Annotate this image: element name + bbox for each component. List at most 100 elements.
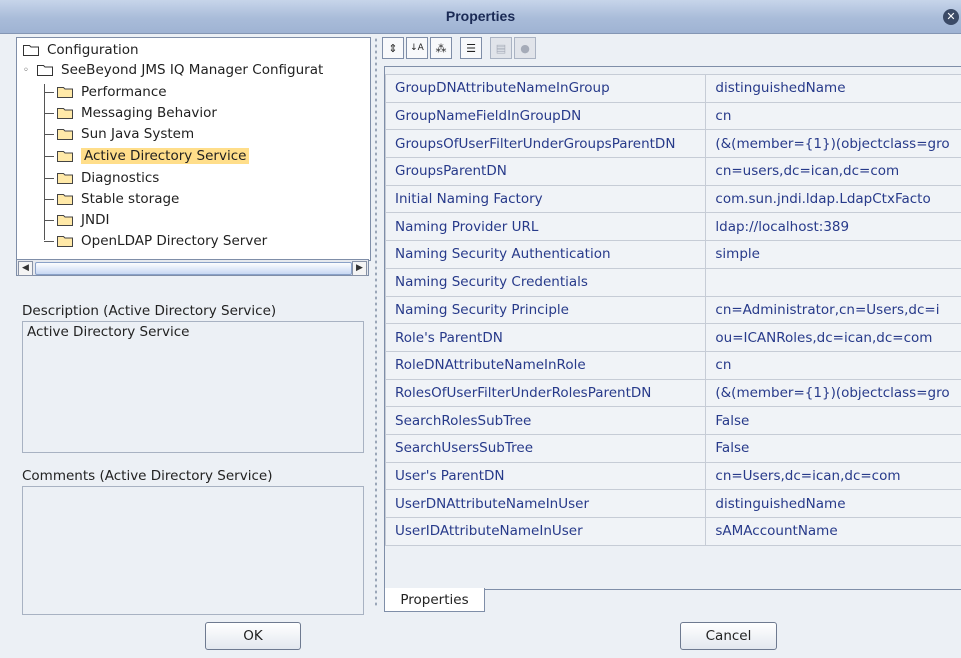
property-name: GroupNameFieldInGroupDN <box>385 101 707 131</box>
property-row[interactable]: GroupsOfUserFilterUnderGroupsParentDN (&(… <box>385 129 961 159</box>
property-row[interactable]: GroupNameFieldInGroupDN cn <box>385 101 961 131</box>
property-row[interactable]: GroupDNAttributeNameInGroup distinguished… <box>385 74 961 103</box>
tree-item-label: Sun Java System <box>81 126 195 142</box>
description-text-area: Active Directory Service <box>22 321 364 453</box>
property-name: GroupsOfUserFilterUnderGroupsParentDN <box>385 129 707 159</box>
property-value[interactable]: cn <box>705 350 961 380</box>
tree-child-label: SeeBeyond JMS IQ Manager Configurat <box>61 62 324 78</box>
property-value[interactable]: False <box>705 406 961 435</box>
folder-icon <box>57 107 73 119</box>
description-label: Description (Active Directory Service) <box>22 303 277 319</box>
pane-splitter[interactable] <box>373 37 379 607</box>
checklist-icon[interactable]: ☰ <box>460 37 482 59</box>
tree-item-label: Performance <box>81 84 167 100</box>
property-value[interactable]: distinguishedName <box>705 74 961 103</box>
property-row[interactable]: UserDNAttributeNameInUser distinguishedNa… <box>385 489 961 518</box>
tree-item-label: Messaging Behavior <box>81 105 217 121</box>
comments-text-area[interactable] <box>22 486 364 615</box>
panel-icon[interactable]: ▤ <box>490 37 512 59</box>
property-row[interactable]: Naming Security Authentication simple <box>385 240 961 269</box>
scroll-left-icon[interactable]: ◀ <box>18 261 33 276</box>
property-row[interactable]: User's ParentDN cn=Users,dc=ican,dc=com <box>385 461 961 491</box>
property-name: Naming Security Principle <box>385 295 707 325</box>
property-value[interactable]: cn=Users,dc=ican,dc=com <box>705 461 961 491</box>
tree-root-label: Configuration <box>47 42 139 58</box>
property-row[interactable]: SearchUsersSubTree False <box>385 433 961 463</box>
ok-button[interactable]: OK <box>205 622 301 650</box>
property-value[interactable]: cn=users,dc=ican,dc=com <box>705 157 961 186</box>
expand-handle-icon[interactable]: ◦ <box>23 65 37 76</box>
property-name: GroupDNAttributeNameInGroup <box>385 74 707 103</box>
property-name: UserIDAttributeNameInUser <box>385 517 707 546</box>
folder-icon <box>57 193 73 205</box>
properties-table: GroupDNAttributeNameInGroup distinguished… <box>385 74 961 546</box>
property-value[interactable]: cn <box>705 101 961 131</box>
property-value[interactable]: simple <box>705 240 961 269</box>
tree-item-label: JNDI <box>81 212 110 228</box>
tab-properties[interactable]: Properties <box>384 588 485 612</box>
tree-root-item[interactable]: Configuration <box>23 40 139 60</box>
tree-item-diagnostics[interactable]: Diagnostics <box>44 168 159 188</box>
close-icon[interactable]: ✕ <box>943 9 959 25</box>
property-name: SearchUsersSubTree <box>385 433 707 463</box>
properties-grid: GroupDNAttributeNameInGroup distinguished… <box>384 66 961 590</box>
description-text: Active Directory Service <box>27 324 190 340</box>
property-row[interactable]: Naming Provider URL ldap://localhost:389 <box>385 212 961 242</box>
property-value[interactable] <box>705 267 961 297</box>
folder-icon <box>57 235 73 247</box>
tree-child-item[interactable]: ◦ SeeBeyond JMS IQ Manager Configurat <box>23 60 323 80</box>
property-name: RoleDNAttributeNameInRole <box>385 350 707 380</box>
scrollbar-thumb[interactable] <box>35 262 352 275</box>
cancel-button[interactable]: Cancel <box>680 622 777 650</box>
property-value[interactable]: (&(member={1})(objectclass=gro <box>705 378 961 408</box>
property-row[interactable]: Naming Security Principle cn=Administrato… <box>385 295 961 325</box>
filter-icon[interactable]: ⁂ <box>430 37 452 59</box>
property-row[interactable]: Role's ParentDN ou=ICANRoles,dc=ican,dc=c… <box>385 323 961 352</box>
tree-item-jndi[interactable]: JNDI <box>44 210 109 230</box>
sort-az-icon[interactable]: ↓A <box>406 37 428 59</box>
tree-item-label: OpenLDAP Directory Server <box>81 233 268 249</box>
property-name: UserDNAttributeNameInUser <box>385 489 707 518</box>
property-row[interactable]: Initial Naming Factory com.sun.jndi.ldap.… <box>385 184 961 214</box>
tree-item-messaging-behavior[interactable]: Messaging Behavior <box>44 103 217 123</box>
property-value[interactable]: distinguishedName <box>705 489 961 518</box>
property-name: Naming Security Authentication <box>385 240 707 269</box>
tree-item-sun-java-system[interactable]: Sun Java System <box>44 124 194 144</box>
property-row[interactable]: SearchRolesSubTree False <box>385 406 961 435</box>
property-row[interactable]: GroupsParentDN cn=users,dc=ican,dc=com <box>385 157 961 186</box>
tree-item-openldap-directory-server[interactable]: OpenLDAP Directory Server <box>44 231 267 251</box>
folder-icon <box>37 64 53 76</box>
property-value[interactable]: cn=Administrator,cn=Users,dc=i <box>705 295 961 325</box>
property-row[interactable]: Naming Security Credentials <box>385 267 961 297</box>
scroll-right-icon[interactable]: ▶ <box>352 261 367 276</box>
tree-item-stable-storage[interactable]: Stable storage <box>44 189 179 209</box>
property-row[interactable]: RolesOfUserFilterUnderRolesParentDN (&(me… <box>385 378 961 408</box>
configuration-tree[interactable]: Configuration ◦ SeeBeyond JMS IQ Manager… <box>16 37 371 261</box>
tree-item-label: Diagnostics <box>81 170 160 186</box>
property-value[interactable]: ldap://localhost:389 <box>705 212 961 242</box>
properties-toolbar: ⇕ ↓A ⁂ ☰ ▤ ● <box>382 37 536 63</box>
property-value[interactable]: False <box>705 433 961 463</box>
tab-properties-label: Properties <box>400 591 469 608</box>
property-value[interactable]: sAMAccountName <box>705 517 961 546</box>
collapse-icon[interactable]: ⇕ <box>382 37 404 59</box>
property-value[interactable]: ou=ICANRoles,dc=ican,dc=com <box>705 323 961 352</box>
info-icon[interactable]: ● <box>514 37 536 59</box>
property-name: Naming Security Credentials <box>385 267 707 297</box>
tree-item-performance[interactable]: Performance <box>44 82 167 102</box>
property-value[interactable]: com.sun.jndi.ldap.LdapCtxFacto <box>705 184 961 214</box>
folder-icon <box>57 128 73 140</box>
tree-item-label: Stable storage <box>81 191 180 207</box>
tree-item-active-directory-service[interactable]: Active Directory Service <box>44 146 250 166</box>
tree-horizontal-scrollbar[interactable]: ◀ ▶ <box>16 259 369 276</box>
property-name: Role's ParentDN <box>385 323 707 352</box>
folder-icon <box>57 150 73 162</box>
property-name: RolesOfUserFilterUnderRolesParentDN <box>385 378 707 408</box>
property-row[interactable]: RoleDNAttributeNameInRole cn <box>385 350 961 380</box>
title-bar: Properties ✕ <box>0 0 961 34</box>
property-name: Initial Naming Factory <box>385 184 707 214</box>
folder-icon <box>57 86 73 98</box>
property-value[interactable]: (&(member={1})(objectclass=gro <box>705 129 961 159</box>
property-row[interactable]: UserIDAttributeNameInUser sAMAccountName <box>385 517 961 546</box>
folder-icon <box>57 172 73 184</box>
